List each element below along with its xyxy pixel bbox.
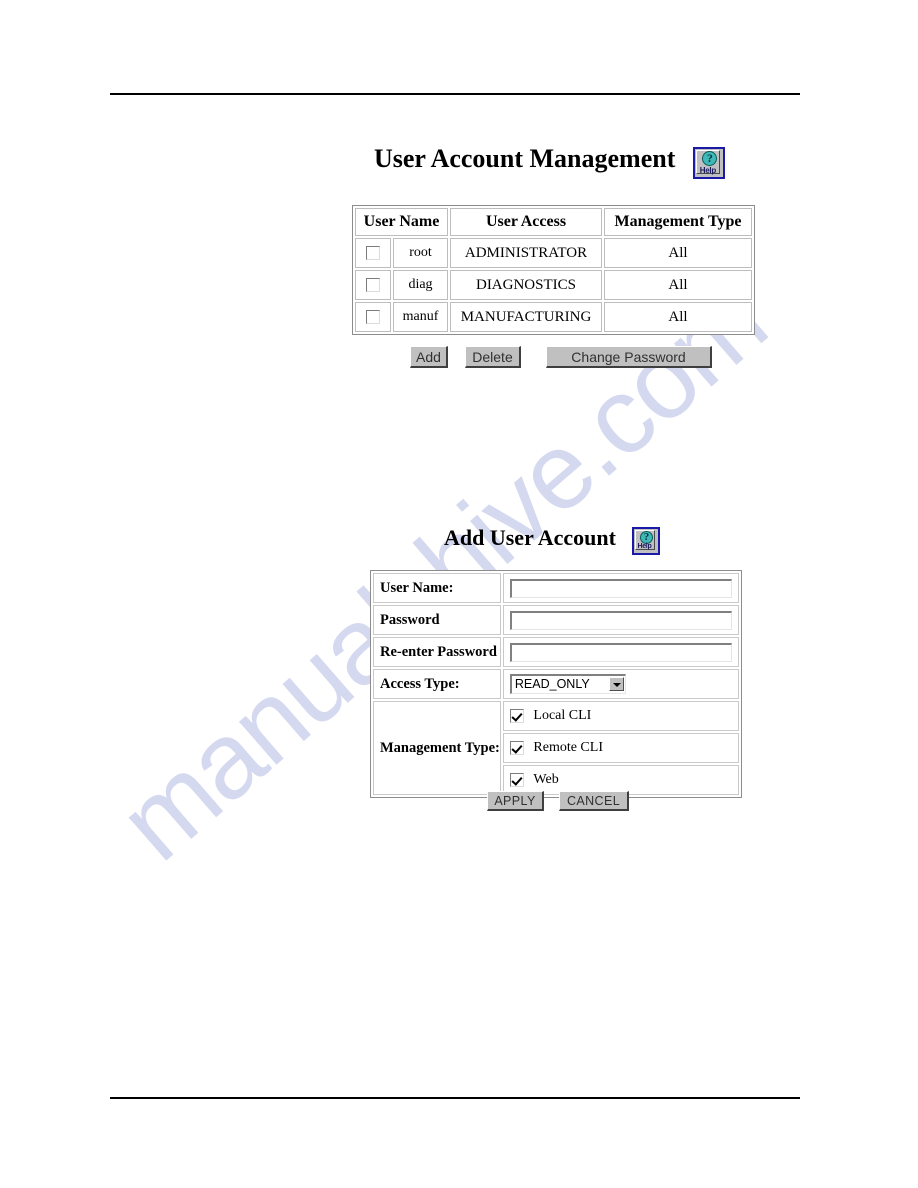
apply-button[interactable]: APPLY [487, 791, 544, 811]
management-type-option[interactable]: Local CLI [509, 707, 592, 723]
table-header-row: User Name User Access Management Type [355, 208, 752, 236]
row-select-cell[interactable] [355, 238, 391, 268]
field-management-remote-cli-cell[interactable]: Remote CLI [502, 733, 739, 763]
cell-management-type: All [604, 270, 752, 300]
row-select-cell[interactable] [355, 302, 391, 332]
management-type-option[interactable]: Web [509, 771, 559, 787]
cell-user-access: DIAGNOSTICS [450, 270, 602, 300]
local-cli-label: Local CLI [533, 707, 592, 723]
form-row-user-name: User Name: [373, 573, 739, 603]
form-row-management-type-1: Management Type: Local CLI [373, 701, 739, 795]
user-accounts-panel: User Name User Access Management Type ro… [352, 205, 755, 335]
accounts-heading-row: User Account Management ? Help [374, 144, 726, 180]
cell-management-type: All [604, 302, 752, 332]
label-reenter-password: Re-enter Password [373, 637, 501, 667]
table-row[interactable]: manuf MANUFACTURING All [355, 302, 752, 332]
header-rule [110, 93, 800, 95]
help-icon[interactable]: ? Help [693, 147, 726, 180]
help-icon-label: Help [699, 166, 716, 176]
column-header-user-name: User Name [355, 208, 448, 236]
table-row[interactable]: root ADMINISTRATOR All [355, 238, 752, 268]
delete-button[interactable]: Delete [465, 346, 521, 368]
reenter-password-input[interactable] [509, 642, 732, 662]
cell-management-type: All [604, 238, 752, 268]
access-type-selected-value: READ_ONLY [514, 677, 590, 691]
add-button[interactable]: Add [410, 346, 448, 368]
form-row-password: Password [373, 605, 739, 635]
row-select-checkbox[interactable] [366, 310, 380, 325]
footer-rule [110, 1097, 800, 1099]
row-select-cell[interactable] [355, 270, 391, 300]
web-label: Web [533, 771, 559, 787]
management-type-option[interactable]: Remote CLI [509, 739, 603, 755]
accounts-action-bar: Add Delete Change Password [410, 346, 712, 368]
user-accounts-table: User Name User Access Management Type ro… [352, 205, 755, 335]
form-row-access-type: Access Type: READ_ONLY [373, 669, 739, 699]
label-management-type: Management Type: [373, 701, 501, 795]
add-user-form-table: User Name: Password Re-enter Password Ac… [370, 570, 742, 798]
field-password-cell[interactable] [502, 605, 739, 635]
label-user-name: User Name: [373, 573, 501, 603]
local-cli-checkbox[interactable] [509, 708, 524, 723]
user-accounts-body: root ADMINISTRATOR All diag DIAGNOSTICS … [355, 238, 752, 332]
change-password-button[interactable]: Change Password [546, 346, 712, 368]
cancel-button[interactable]: CANCEL [559, 791, 629, 811]
add-user-title: Add User Account [444, 525, 616, 550]
label-access-type: Access Type: [373, 669, 501, 699]
cell-user-name: diag [393, 270, 448, 300]
remote-cli-label: Remote CLI [533, 739, 603, 755]
cell-user-name: manuf [393, 302, 448, 332]
field-access-type-cell[interactable]: READ_ONLY [502, 669, 739, 699]
cell-user-name: root [393, 238, 448, 268]
add-user-action-bar: APPLY CANCEL [487, 791, 629, 811]
question-mark-icon: ? [706, 151, 713, 166]
cell-user-access: MANUFACTURING [450, 302, 602, 332]
user-name-input[interactable] [509, 578, 732, 598]
field-user-name-cell[interactable] [502, 573, 739, 603]
access-type-select[interactable]: READ_ONLY [509, 674, 626, 694]
column-header-user-access: User Access [450, 208, 602, 236]
row-select-checkbox[interactable] [366, 246, 380, 261]
field-management-local-cli-cell[interactable]: Local CLI [502, 701, 739, 731]
help-icon[interactable]: ? Help [631, 527, 660, 556]
form-row-reenter-password: Re-enter Password [373, 637, 739, 667]
row-select-checkbox[interactable] [366, 278, 380, 293]
web-checkbox[interactable] [509, 772, 524, 787]
label-password: Password [373, 605, 501, 635]
remote-cli-checkbox[interactable] [509, 740, 524, 755]
chevron-down-icon[interactable] [608, 677, 624, 691]
help-icon-label: Help [637, 543, 652, 551]
column-header-management-type: Management Type [604, 208, 752, 236]
add-user-form-panel: User Name: Password Re-enter Password Ac… [370, 570, 742, 798]
field-reenter-password-cell[interactable] [502, 637, 739, 667]
page-title: User Account Management [374, 144, 676, 173]
table-row[interactable]: diag DIAGNOSTICS All [355, 270, 752, 300]
password-input[interactable] [509, 610, 732, 630]
add-user-heading-row: Add User Account ? Help [444, 525, 660, 556]
cell-user-access: ADMINISTRATOR [450, 238, 602, 268]
